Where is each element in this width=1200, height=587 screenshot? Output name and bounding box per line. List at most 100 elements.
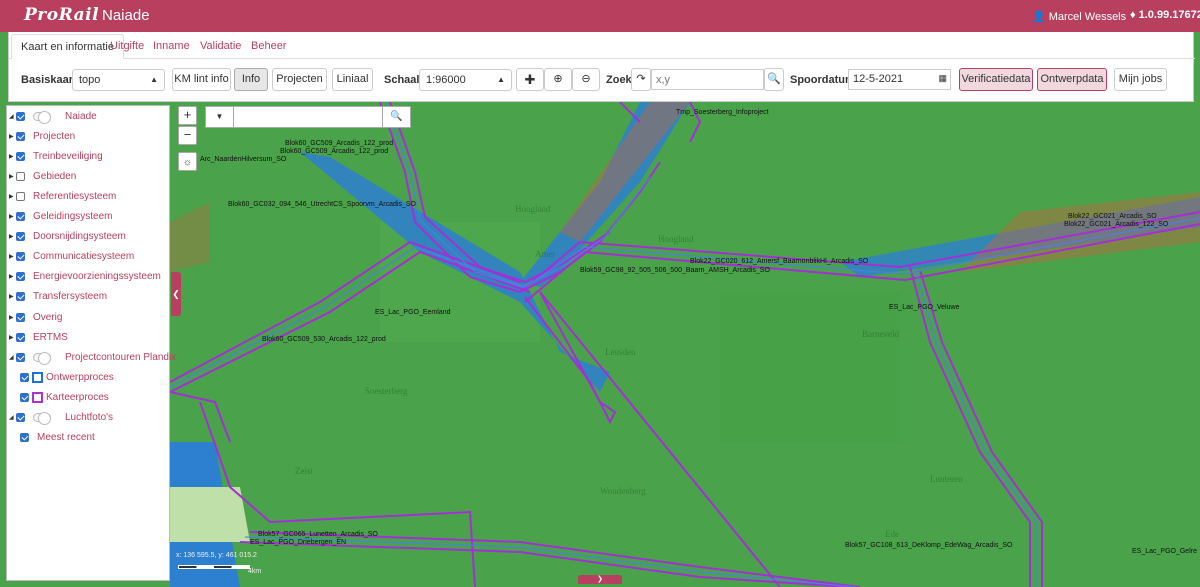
triangle-right-icon[interactable]: ▶ xyxy=(9,153,16,160)
layer-item[interactable]: ▶ Doorsnijdingsysteem xyxy=(9,230,126,244)
zoek-button[interactable]: 🔍 xyxy=(764,68,784,91)
layer-item[interactable]: ◢ Projectcontouren Plandix xyxy=(9,350,177,365)
layer-item[interactable]: ◢ Luchtfoto's xyxy=(9,411,113,425)
layer-item[interactable]: ▶ Energievoorzieningssysteem xyxy=(9,270,161,284)
layer-checkbox[interactable] xyxy=(16,352,25,362)
map-label: ES_Lac_PGO_Driebergen_EN xyxy=(250,539,347,546)
km-lint-info-button[interactable]: KM lint info xyxy=(172,68,231,91)
layer-item[interactable]: ▶ Referentiesysteem xyxy=(9,189,116,203)
mijn-jobs-button[interactable]: Mijn jobs xyxy=(1114,68,1167,91)
zoek-input[interactable] xyxy=(651,69,764,90)
layer-label: ERTMS xyxy=(33,331,68,343)
layer-item[interactable]: ▶ Gebieden xyxy=(9,169,76,183)
layer-checkbox[interactable] xyxy=(16,272,25,282)
zoom-in-button[interactable]: ⊕ xyxy=(544,68,572,91)
map-label: Blok60_GC032_094_546_UtrechtCS_Spoorvm_A… xyxy=(228,201,416,208)
map-zoom-in-button[interactable]: + xyxy=(178,106,197,125)
liniaal-button[interactable]: Liniaal xyxy=(332,68,373,91)
ontwerpdata-button[interactable]: Ontwerpdata xyxy=(1037,68,1107,91)
triangle-right-icon[interactable]: ▶ xyxy=(9,293,16,300)
verificatiedata-button[interactable]: Verificatiedata xyxy=(959,68,1033,91)
tab-beheer[interactable]: Beheer xyxy=(242,34,295,59)
triangle-right-icon[interactable]: ▶ xyxy=(9,193,16,200)
user-menu[interactable]: 👤 Marcel Wessels ▼ xyxy=(1032,10,1136,24)
layer-label: Treinbeveiliging xyxy=(33,150,103,162)
triangle-down-icon[interactable]: ◢ xyxy=(9,354,16,361)
place-label: Zeist xyxy=(295,466,313,476)
place-label: Leusden xyxy=(605,347,636,357)
layer-label: Geleidingsysteem xyxy=(33,211,113,222)
layer-item[interactable]: ▶ Geleidingsysteem xyxy=(9,210,112,224)
triangle-right-icon[interactable]: ▶ xyxy=(9,213,16,220)
app-name: Naiade xyxy=(102,7,150,24)
expand-bottom-panel-button[interactable]: ❯ xyxy=(578,575,622,584)
layer-checkbox[interactable] xyxy=(16,171,25,181)
map-view[interactable]: Hoogland Hoogland Amer Barneveld Leusden… xyxy=(0,102,1200,587)
layer-item[interactable]: Karteerproces xyxy=(20,390,109,404)
search-dropdown-button[interactable]: ▼ xyxy=(206,107,234,127)
layer-item[interactable]: ▶ Transfersysteem xyxy=(9,290,107,304)
triangle-down-icon[interactable]: ◢ xyxy=(9,113,16,120)
map-search-input[interactable] xyxy=(235,107,382,127)
zoek-mode-button[interactable]: ↷ xyxy=(631,68,651,91)
map-label: Blok60_GC509_530_Arcadis_122_prod xyxy=(262,336,386,343)
zoom-out-button[interactable]: ⊖ xyxy=(572,68,600,91)
layer-opacity-toggle[interactable] xyxy=(33,351,51,365)
spoordatum-input[interactable]: 12-5-2021 ▦ xyxy=(848,69,951,90)
layer-panel: ◢ Naiade ▶ Projecten ▶ Treinbeveiliging ▶ Gebie… xyxy=(6,105,176,581)
layer-checkbox[interactable] xyxy=(16,191,25,201)
layer-opacity-toggle[interactable] xyxy=(33,110,51,124)
triangle-right-icon[interactable]: ▶ xyxy=(9,233,16,240)
map-zoom-out-button[interactable]: − xyxy=(178,126,197,145)
triangle-right-icon[interactable]: ▶ xyxy=(9,314,16,321)
info-button[interactable]: Info xyxy=(234,68,268,91)
layer-checkbox[interactable] xyxy=(20,433,29,443)
map-label: Arc_NaardenHilversum_SO xyxy=(200,156,287,163)
layer-checkbox[interactable] xyxy=(16,232,25,242)
layer-opacity-toggle[interactable] xyxy=(33,412,51,425)
layer-item[interactable]: ▶ Communicatiesysteem xyxy=(9,250,134,264)
layer-item[interactable]: ▶ ERTMS xyxy=(9,330,68,344)
layer-checkbox[interactable] xyxy=(16,131,25,141)
map-label: ES_Lac_PGO_Gelre xyxy=(1132,548,1197,555)
map-locate-button[interactable]: ☼ xyxy=(178,152,197,171)
prorail-logo[interactable]: ProRail xyxy=(24,5,99,25)
triangle-right-icon[interactable]: ▶ xyxy=(9,253,16,260)
plus-icon: + xyxy=(183,107,192,122)
schaal-select[interactable]: 1:96000 ▲ xyxy=(419,69,512,91)
map-search-button[interactable]: 🔍 xyxy=(382,107,410,127)
layer-item[interactable]: ▶ Overig xyxy=(9,310,62,324)
collapse-layer-panel-button[interactable]: ❮ xyxy=(171,272,181,316)
caret-up-icon: ▲ xyxy=(497,75,505,84)
layer-item[interactable]: Ontwerpproces xyxy=(20,370,114,384)
layer-checkbox[interactable] xyxy=(16,292,25,302)
map-search-box[interactable]: ▼ 🔍 xyxy=(205,106,411,128)
place-label: Ede xyxy=(885,529,899,539)
layer-checkbox[interactable] xyxy=(16,212,25,221)
triangle-right-icon[interactable]: ▶ xyxy=(9,133,16,140)
layer-checkbox[interactable] xyxy=(16,413,25,422)
pan-button[interactable]: ✚ xyxy=(516,68,544,91)
triangle-right-icon[interactable]: ▶ xyxy=(9,173,16,180)
version-info[interactable]: ♦ 1.0.99.17672 xyxy=(1130,9,1200,21)
triangle-right-icon[interactable]: ▶ xyxy=(9,334,16,341)
layer-item[interactable]: Meest recent xyxy=(20,431,95,445)
map-canvas[interactable]: Hoogland Hoogland Amer Barneveld Leusden… xyxy=(0,102,1200,587)
basiskaart-select[interactable]: topo ▲ xyxy=(72,69,165,91)
triangle-right-icon[interactable]: ▶ xyxy=(9,273,16,280)
layer-item[interactable]: ▶ Treinbeveiliging xyxy=(9,149,103,163)
layer-checkbox[interactable] xyxy=(16,332,25,342)
layer-checkbox[interactable] xyxy=(16,111,25,121)
layer-item[interactable]: ▶ Projecten xyxy=(9,129,75,143)
triangle-down-icon[interactable]: ◢ xyxy=(9,414,16,421)
layer-label: Projectcontouren Plandix xyxy=(65,351,177,363)
map-label: Blok57_GC065_Lunetten_Arcadis_SO xyxy=(258,531,378,538)
layer-checkbox[interactable] xyxy=(20,392,29,402)
layer-checkbox[interactable] xyxy=(16,151,25,161)
layer-label: Naiade xyxy=(65,110,97,122)
layer-checkbox[interactable] xyxy=(20,372,29,382)
layer-checkbox[interactable] xyxy=(16,312,25,322)
layer-checkbox[interactable] xyxy=(16,252,25,262)
projecten-button[interactable]: Projecten xyxy=(272,68,327,91)
layer-item[interactable]: ◢ Naiade xyxy=(9,109,97,124)
